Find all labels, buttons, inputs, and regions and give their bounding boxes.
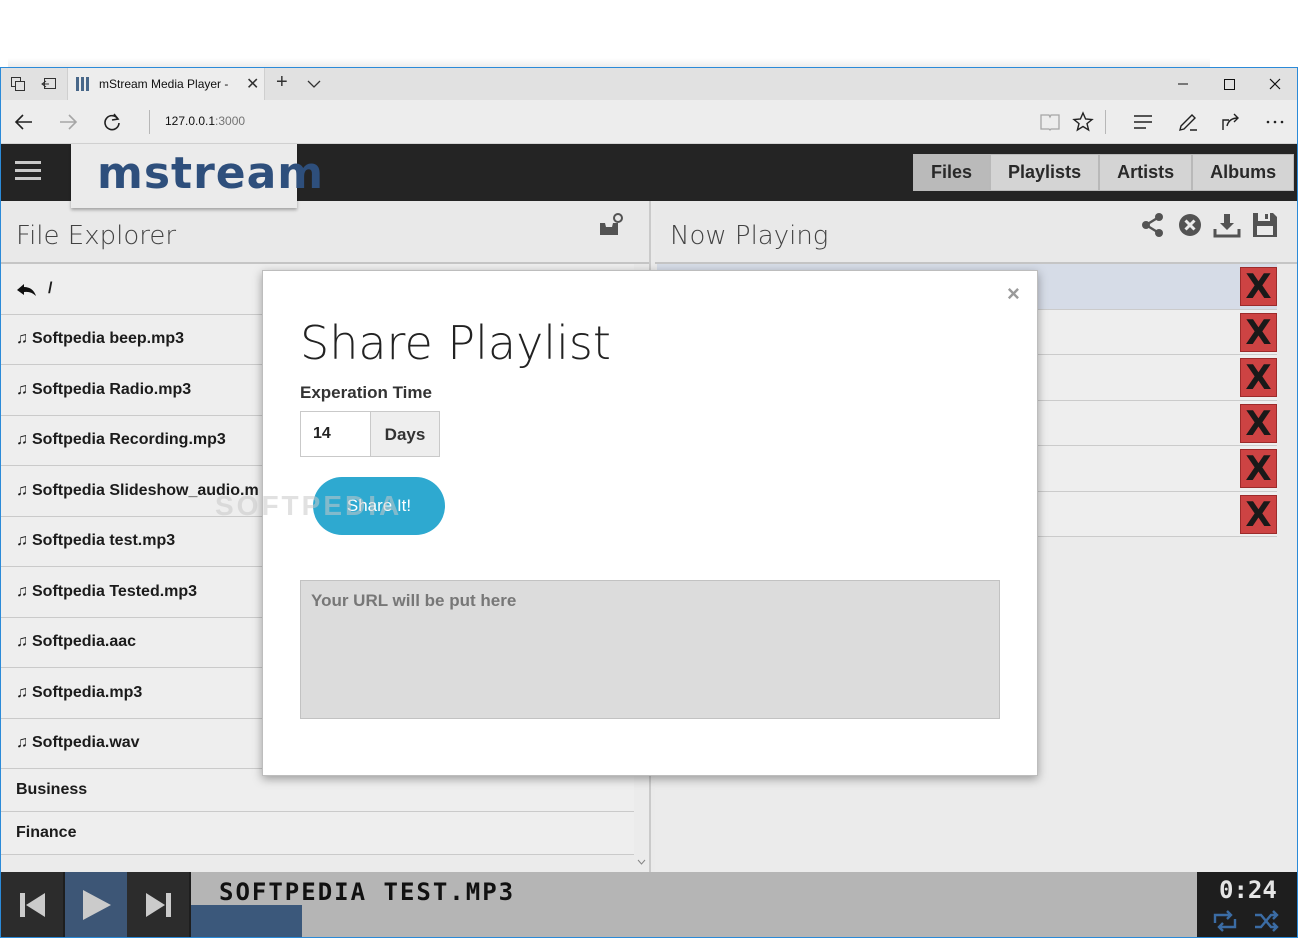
share-playlist-modal: × Share Playlist Experation Time 14 Days… [262, 270, 1038, 776]
days-addon: Days [370, 411, 440, 457]
expiration-label: Experation Time [300, 383, 432, 402]
mstream-logo: mstream [97, 148, 325, 199]
window-shadow [8, 58, 1210, 67]
modal-title: Share Playlist [300, 316, 611, 370]
softpedia-watermark: SOFTPEDIA [215, 490, 403, 521]
logo-container[interactable]: mstream [71, 144, 323, 208]
browser-window: mStream Media Player - ✕ + 127.0.0.1:300… [0, 67, 1298, 938]
share-url-textarea[interactable]: Your URL will be put here [300, 580, 1000, 719]
expiration-days-input[interactable]: 14 [300, 411, 370, 457]
modal-close-icon[interactable]: × [1007, 281, 1020, 307]
desktop-top [0, 0, 1298, 67]
